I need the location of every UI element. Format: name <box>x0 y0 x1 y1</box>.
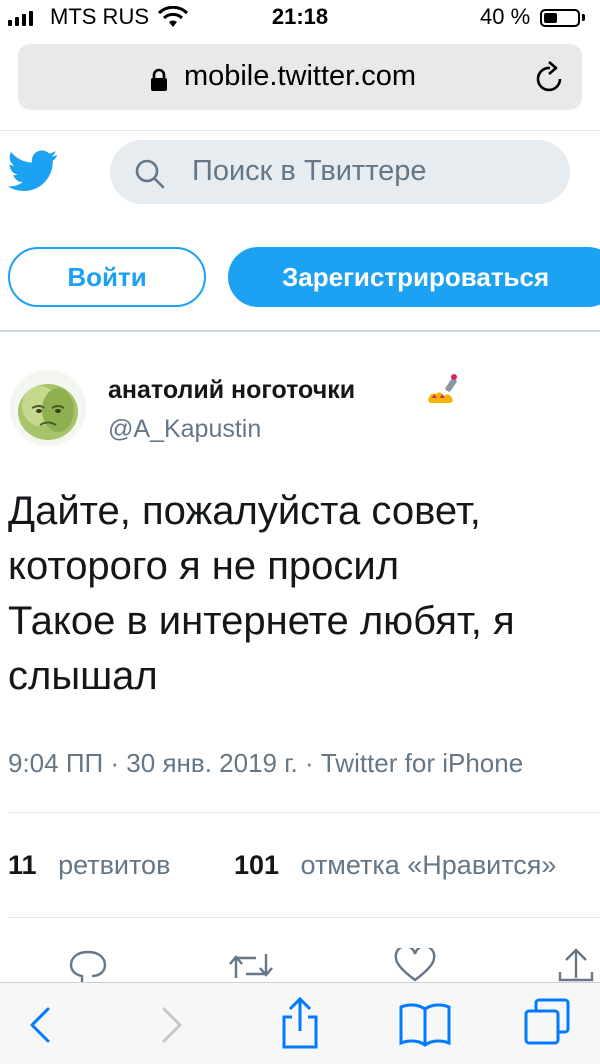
cabbage-avatar-image <box>10 370 86 446</box>
twitter-logo-icon[interactable] <box>8 150 58 192</box>
battery-tip <box>582 14 585 21</box>
divider <box>0 130 600 131</box>
divider <box>8 812 600 813</box>
tweet-text-line: Такое в интернете любят, я <box>8 599 515 643</box>
tweet-text: Дайте, пожалуйста совет, которого я не п… <box>8 484 588 704</box>
divider <box>8 917 600 918</box>
forward-icon[interactable] <box>160 1005 184 1045</box>
tweet-stats: 11 ретвитов 101 отметка «Нравится» <box>8 850 556 881</box>
avatar[interactable] <box>10 370 86 446</box>
author-handle[interactable]: @A_Kapustin <box>108 415 261 444</box>
tweet-timestamp[interactable]: 9:04 ПП · 30 янв. 2019 г. · Twitter for … <box>8 748 523 779</box>
share-icon[interactable] <box>280 995 320 1051</box>
search-icon <box>135 159 165 189</box>
share-icon[interactable] <box>556 948 596 982</box>
like-count[interactable]: 101 <box>234 850 279 880</box>
like-icon[interactable] <box>394 948 436 982</box>
url-text[interactable]: mobile.twitter.com <box>0 60 600 93</box>
safari-toolbar <box>0 982 600 1064</box>
tweet-text-line: слышал <box>8 654 158 698</box>
tabs-icon[interactable] <box>522 997 572 1047</box>
author-name[interactable]: анатолий ноготочки <box>108 376 355 405</box>
bookmarks-icon[interactable] <box>398 1001 452 1047</box>
reload-icon[interactable] <box>534 60 566 94</box>
nail-polish-emoji-icon <box>428 374 457 403</box>
divider <box>0 330 600 332</box>
tweet-text-line: Дайте, пожалуйста совет, <box>8 489 481 533</box>
retweet-count[interactable]: 11 <box>8 850 37 880</box>
login-button[interactable]: Войти <box>8 247 206 307</box>
like-label[interactable]: отметка «Нравится» <box>301 850 557 880</box>
back-icon[interactable] <box>28 1005 52 1045</box>
status-bar: MTS RUS 21:18 40 % <box>0 0 600 36</box>
battery-percent: 40 % <box>480 4 531 29</box>
retweet-label[interactable]: ретвитов <box>58 850 170 880</box>
signup-button[interactable]: Зарегистрироваться <box>228 247 600 307</box>
retweet-icon[interactable] <box>228 948 274 982</box>
battery-icon <box>540 9 580 27</box>
search-input[interactable]: Поиск в Твиттере <box>192 155 427 188</box>
reply-icon[interactable] <box>68 948 108 982</box>
tweet-text-line: которого я не просил <box>8 544 400 588</box>
